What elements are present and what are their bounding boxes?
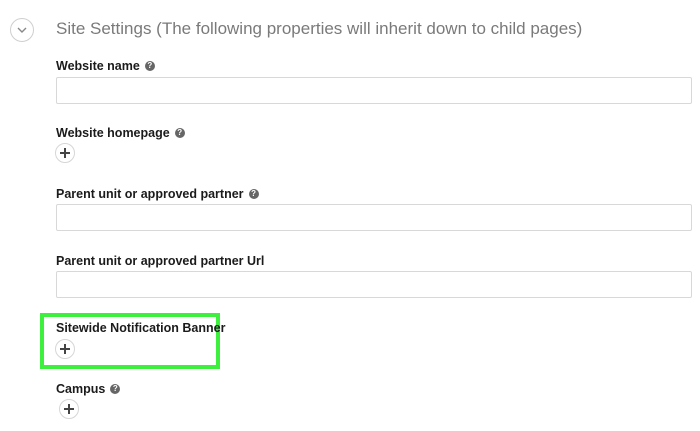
question-circle-icon[interactable]: ?	[174, 128, 185, 138]
campus-label-text: Campus	[56, 382, 106, 396]
plus-icon	[60, 148, 70, 158]
notification-banner-label: Sitewide Notification Banner	[56, 321, 225, 335]
website-name-label: Website name ?	[56, 59, 155, 73]
question-circle-icon[interactable]: ?	[110, 384, 121, 394]
website-homepage-label-text: Website homepage	[56, 126, 170, 140]
plus-icon	[60, 344, 70, 354]
chevron-down-icon	[17, 27, 27, 33]
website-name-label-text: Website name	[56, 59, 140, 73]
parent-unit-label-text: Parent unit or approved partner	[56, 187, 244, 201]
section-collapse-toggle[interactable]	[10, 18, 34, 42]
parent-unit-input[interactable]	[56, 204, 692, 231]
parent-unit-label: Parent unit or approved partner ?	[56, 187, 259, 201]
notification-banner-add-button[interactable]	[55, 339, 75, 359]
notification-banner-label-text: Sitewide Notification Banner	[56, 321, 226, 335]
campus-add-button[interactable]	[59, 399, 79, 419]
parent-unit-url-label: Parent unit or approved partner Url	[56, 254, 264, 268]
question-circle-icon[interactable]: ?	[144, 61, 155, 71]
question-circle-icon[interactable]: ?	[248, 189, 259, 199]
campus-label: Campus ?	[56, 382, 121, 396]
parent-unit-url-label-text: Parent unit or approved partner Url	[56, 254, 265, 268]
website-name-input[interactable]	[56, 77, 692, 104]
website-homepage-add-button[interactable]	[55, 143, 75, 163]
website-homepage-label: Website homepage ?	[56, 126, 185, 140]
plus-icon	[64, 404, 74, 414]
section-title: Site Settings (The following properties …	[56, 19, 583, 38]
parent-unit-url-input[interactable]	[56, 271, 692, 298]
